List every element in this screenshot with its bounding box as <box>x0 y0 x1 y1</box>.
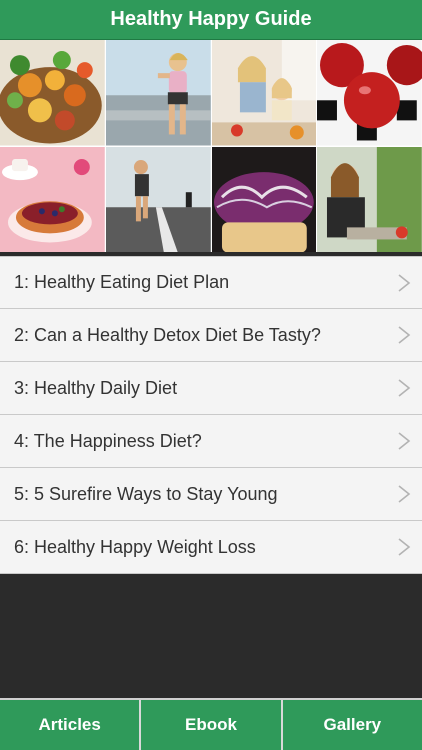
app-header: Healthy Happy Guide <box>0 0 422 40</box>
chevron-right-icon <box>398 379 411 397</box>
article-row-1[interactable]: 1: Healthy Eating Diet Plan <box>0 256 422 309</box>
tab-articles[interactable]: Articles <box>0 700 142 750</box>
tab-label: Articles <box>38 715 101 734</box>
mother-daughter-kitchen-photo <box>211 40 317 146</box>
article-list: 1: Healthy Eating Diet Plan 2: Can a Hea… <box>0 256 422 574</box>
banner-collage <box>0 40 422 252</box>
sprouts-bowl-photo <box>211 146 317 252</box>
tab-label: Ebook <box>185 715 237 734</box>
red-apples-photo <box>317 40 422 146</box>
article-title: 1: Healthy Eating Diet Plan <box>14 272 230 292</box>
empty-area <box>0 574 422 698</box>
article-title: 3: Healthy Daily Diet <box>14 377 178 398</box>
runners-road-photo <box>105 146 211 252</box>
chevron-right-icon <box>398 538 411 556</box>
tab-ebook[interactable]: Ebook <box>141 700 283 750</box>
article-title: 4: The Happiness Diet? <box>14 430 202 451</box>
article-row-2[interactable]: 2: Can a Healthy Detox Diet Be Tasty? <box>0 309 422 362</box>
woman-thinking-photo <box>317 146 422 252</box>
tab-gallery[interactable]: Gallery <box>282 700 422 750</box>
article-title: 6: Healthy Happy Weight Loss <box>14 536 256 557</box>
chevron-right-icon <box>398 432 411 450</box>
article-title: 5: 5 Surefire Ways to Stay Young <box>14 483 278 504</box>
article-title: 2: Can a Healthy Detox Diet Be Tasty? <box>14 324 321 345</box>
tea-and-tart-photo <box>0 146 105 252</box>
app-title: Healthy Happy Guide <box>110 8 312 30</box>
tab-label: Gallery <box>323 715 382 734</box>
chevron-right-icon <box>398 485 411 503</box>
runner-woman-photo <box>105 40 211 146</box>
article-row-3[interactable]: 3: Healthy Daily Diet <box>0 362 422 415</box>
article-row-4[interactable]: 4: The Happiness Diet? <box>0 415 422 468</box>
chevron-right-icon <box>398 273 411 292</box>
article-row-5[interactable]: 5: 5 Surefire Ways to Stay Young <box>0 468 422 521</box>
article-row-6[interactable]: 6: Healthy Happy Weight Loss <box>0 521 422 574</box>
chevron-right-icon <box>398 326 411 344</box>
salad-photo <box>0 40 105 146</box>
tab-bar: Articles Ebook Gallery <box>0 698 422 750</box>
